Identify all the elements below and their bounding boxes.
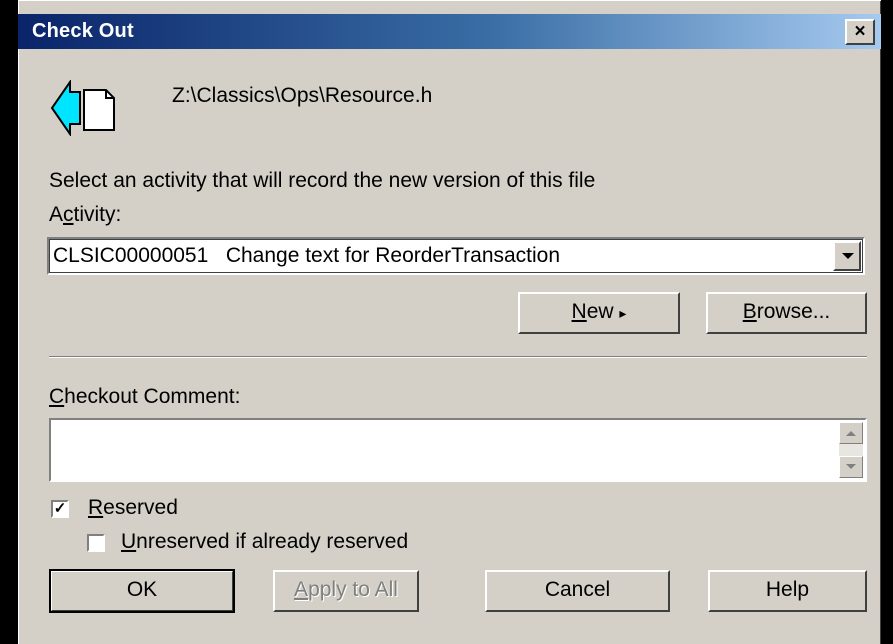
activity-label-post: tivity: <box>73 203 122 226</box>
new-rest: ew <box>586 300 614 323</box>
separator <box>49 356 867 358</box>
new-activity-button[interactable]: New ▸ <box>518 292 680 334</box>
help-button[interactable]: Help <box>708 570 867 612</box>
close-icon: × <box>854 21 866 42</box>
activity-selected-value: CLSIC00000051 Change text for ReorderTra… <box>53 244 560 268</box>
chevron-down-icon[interactable] <box>833 241 861 271</box>
scroll-up-icon[interactable] <box>839 422 863 444</box>
unreserved-accel: U <box>121 530 137 553</box>
reserved-accel: R <box>88 496 104 519</box>
new-accel: N <box>571 300 587 323</box>
checkout-comment-input[interactable] <box>49 418 867 482</box>
activity-label: Activity: <box>49 203 121 227</box>
reserved-label[interactable]: Reserved <box>88 496 178 520</box>
unreserved-rest: nreserved if already reserved <box>136 530 409 553</box>
close-button[interactable]: × <box>845 19 875 45</box>
browse-rest: rowse... <box>756 300 831 323</box>
unreserved-label[interactable]: Unreserved if already reserved <box>121 530 408 554</box>
comment-scrollbar[interactable] <box>839 422 863 478</box>
browse-accel: B <box>742 300 757 323</box>
activity-label-accel: c <box>63 203 74 226</box>
reserved-rest: eserved <box>103 496 178 519</box>
submenu-arrow-icon: ▸ <box>619 305 627 321</box>
apply-to-all-button[interactable]: Apply to All <box>273 570 419 612</box>
window-title: Check Out <box>32 20 134 42</box>
activity-select[interactable]: CLSIC00000051 Change text for ReorderTra… <box>47 237 865 275</box>
activity-prompt: Select an activity that will record the … <box>49 169 596 192</box>
scroll-down-icon[interactable] <box>839 456 863 478</box>
cancel-button[interactable]: Cancel <box>485 570 670 612</box>
browse-button[interactable]: Browse... <box>706 292 867 334</box>
reserved-checkbox[interactable]: ✓ <box>51 500 69 518</box>
checkout-comment-label: Checkout Comment: <box>49 385 240 409</box>
file-path: Z:\Classics\Ops\Resource.h <box>172 84 433 107</box>
apply-accel: A <box>294 578 309 601</box>
title-bar: Check Out × <box>18 14 881 49</box>
activity-description: Change text for ReorderTransaction <box>225 244 561 267</box>
activity-label-pre: A <box>49 203 64 226</box>
checkout-file-icon <box>50 80 115 136</box>
comment-accel: C <box>49 385 65 408</box>
unreserved-checkbox[interactable] <box>87 534 105 552</box>
apply-rest: pply to All <box>308 578 398 601</box>
activity-id: CLSIC00000051 <box>53 244 209 267</box>
comment-rest: heckout Comment: <box>64 385 241 408</box>
ok-button[interactable]: OK <box>49 569 235 613</box>
